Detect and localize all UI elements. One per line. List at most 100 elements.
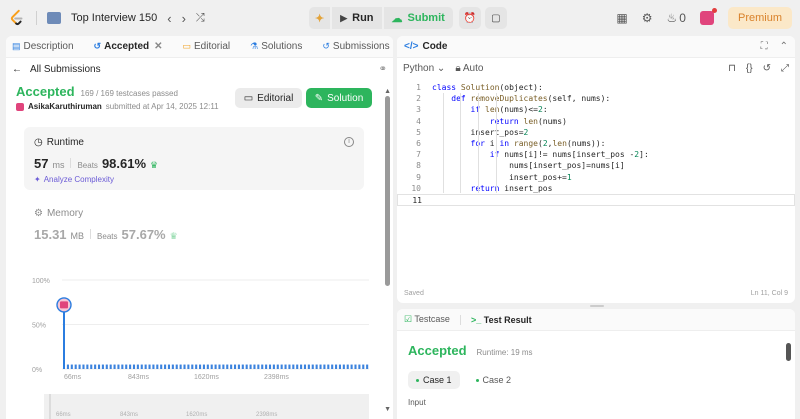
all-submissions-label[interactable]: All Submissions — [30, 64, 101, 75]
submit-button[interactable]: ☁ Submit — [383, 7, 453, 29]
chart-bar[interactable] — [292, 364, 295, 369]
scroll-down-icon[interactable]: ▼ — [384, 406, 391, 413]
chart-bar[interactable] — [90, 364, 93, 369]
chart-bar[interactable] — [179, 364, 182, 369]
reset-icon[interactable]: ↺ — [763, 63, 771, 74]
chart-bar[interactable] — [346, 364, 349, 369]
chart-bar[interactable] — [152, 364, 155, 369]
next-problem-icon[interactable]: › — [182, 11, 186, 26]
chart-bar[interactable] — [70, 364, 73, 369]
braces-icon[interactable]: {} — [746, 63, 753, 74]
prev-problem-icon[interactable]: ‹ — [167, 11, 171, 26]
chart-bar[interactable] — [78, 364, 81, 369]
scroll-up-icon[interactable]: ▲ — [384, 88, 391, 95]
chart-bar[interactable] — [222, 364, 225, 369]
chart-bar[interactable] — [350, 364, 353, 369]
code-line[interactable]: 10 return insert_pos — [397, 183, 795, 194]
premium-button[interactable]: Premium — [727, 7, 792, 29]
chart-bar[interactable] — [210, 364, 213, 369]
info-icon[interactable]: i — [344, 137, 354, 147]
chart-bar[interactable] — [303, 364, 307, 369]
left-scrollbar[interactable] — [385, 96, 390, 286]
solution-button[interactable]: ✎ Solution — [306, 88, 372, 108]
code-line[interactable]: 7 if nums[i]!= nums[insert_pos -2]: — [397, 149, 795, 160]
chart-bar-highlight[interactable] — [63, 304, 65, 369]
chart-bar[interactable] — [191, 364, 194, 369]
chart-bar[interactable] — [230, 364, 233, 369]
chart-bar[interactable] — [268, 364, 272, 369]
chart-bar[interactable] — [97, 364, 101, 369]
code-line[interactable]: 5 insert_pos=2 — [397, 127, 795, 138]
code-line[interactable]: 9 insert_pos+=1 — [397, 172, 795, 183]
chart-bar[interactable] — [121, 364, 124, 369]
chart-bar[interactable] — [144, 364, 147, 369]
chart-bar[interactable] — [148, 364, 151, 369]
panel-resize-handle[interactable] — [590, 305, 604, 307]
chart-bar[interactable] — [202, 364, 205, 369]
chart-bar[interactable] — [245, 364, 248, 369]
runtime-distribution-chart[interactable]: 100% 50% 0% 66ms 843ms 1620ms 2398ms 66ms 843ms 1… — [24, 264, 374, 419]
editorial-button[interactable]: ▭ Editorial — [235, 88, 302, 108]
chart-bar[interactable] — [342, 364, 345, 369]
back-arrow-icon[interactable]: ← — [12, 64, 22, 75]
chart-bar[interactable] — [327, 364, 330, 369]
chart-bar[interactable] — [74, 364, 77, 369]
tab-test-result[interactable]: >_ Test Result — [471, 315, 532, 325]
chart-bar[interactable] — [315, 364, 318, 369]
code-line[interactable]: 11 — [397, 193, 795, 206]
chart-bar[interactable] — [253, 364, 256, 369]
chart-bar[interactable] — [117, 364, 120, 369]
chart-bar[interactable] — [265, 364, 268, 369]
expand-icon[interactable]: ⛶ — [761, 41, 768, 52]
chart-bar[interactable] — [323, 364, 326, 369]
tab-editorial[interactable]: ▭ Editorial — [183, 41, 231, 52]
chart-bar[interactable] — [199, 364, 202, 369]
chart-bar[interactable] — [218, 364, 221, 369]
chart-bar[interactable] — [331, 364, 334, 369]
layout-icon[interactable]: ▦ — [616, 11, 627, 25]
result-scrollbar[interactable] — [786, 343, 791, 361]
close-tab-icon[interactable]: ✕ — [154, 41, 162, 52]
chart-bar[interactable] — [171, 364, 174, 369]
chart-bar[interactable] — [109, 364, 112, 369]
chart-bar[interactable] — [358, 364, 361, 369]
chart-bar[interactable] — [164, 364, 167, 369]
chart-bar[interactable] — [206, 364, 209, 369]
chart-bar[interactable] — [272, 364, 275, 369]
code-line[interactable]: 3 if len(nums)<=2: — [397, 104, 795, 115]
chart-bar[interactable] — [237, 364, 240, 369]
chart-bar[interactable] — [366, 364, 369, 369]
debug-button[interactable]: ✦ — [309, 7, 331, 29]
code-line[interactable]: 2 def removeDuplicates(self, nums): — [397, 93, 795, 104]
fullscreen-icon[interactable]: ⤢ — [781, 63, 789, 74]
chart-bar[interactable] — [288, 364, 291, 369]
chart-bar[interactable] — [94, 364, 97, 369]
chart-bar[interactable] — [113, 364, 116, 369]
chart-bar[interactable] — [241, 364, 244, 369]
code-line[interactable]: 4 return len(nums) — [397, 116, 795, 127]
chart-bar[interactable] — [214, 364, 217, 369]
chart-bar[interactable] — [338, 364, 341, 369]
chart-bar[interactable] — [307, 364, 310, 369]
chart-bar[interactable] — [132, 364, 136, 369]
case-2-tab[interactable]: Case 2 — [468, 371, 520, 389]
chart-bar[interactable] — [175, 364, 178, 369]
chart-bar[interactable] — [280, 364, 283, 369]
code-line[interactable]: 8 nums[insert_pos]=nums[i] — [397, 160, 795, 171]
tab-description[interactable]: ▤ Description — [12, 41, 74, 52]
leetcode-logo-icon[interactable] — [8, 9, 26, 27]
problem-list-title[interactable]: Top Interview 150 — [71, 12, 157, 24]
chart-bar[interactable] — [167, 364, 171, 369]
notes-button[interactable]: ▢ — [484, 7, 507, 29]
shuffle-icon[interactable]: ⤮ — [196, 12, 205, 25]
chart-bar[interactable] — [101, 364, 104, 369]
chart-bar[interactable] — [125, 364, 128, 369]
auto-toggle[interactable]: 🔒︎ Auto — [455, 63, 483, 74]
bookmark-icon[interactable]: ⊓ — [728, 63, 736, 74]
username[interactable]: AsikaKaruthiruman — [28, 102, 102, 111]
analyze-complexity-link[interactable]: ✦ Analyze Complexity — [34, 175, 354, 184]
chart-bar[interactable] — [311, 364, 314, 369]
code-editor[interactable]: 1 class Solution(object): 2 def removeDupl… — [397, 82, 795, 206]
code-line[interactable]: 1 class Solution(object): — [397, 82, 795, 93]
chart-bar[interactable] — [86, 364, 89, 369]
